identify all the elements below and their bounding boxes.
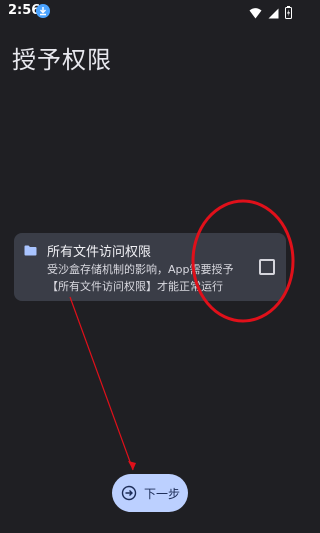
folder-icon: [24, 241, 37, 260]
permission-checkbox[interactable]: [259, 259, 275, 275]
battery-icon: [285, 4, 292, 23]
annotation-arrow-head: [128, 461, 136, 470]
signal-icon: [268, 4, 279, 23]
download-icon: [36, 4, 50, 18]
next-button-label: 下一步: [144, 487, 181, 501]
annotation-arrow-line: [69, 296, 134, 471]
page-title: 授予权限: [12, 46, 112, 74]
next-button[interactable]: 下一步: [112, 474, 188, 512]
permission-card-all-files-access[interactable]: 所有文件访问权限 受沙盒存储机制的影响，App需要授予【所有文件访问权限】才能正…: [14, 233, 286, 301]
permission-title: 所有文件访问权限: [47, 245, 152, 260]
arrow-right-circle-icon: [121, 485, 137, 505]
status-bar: 2:56: [0, 0, 300, 24]
permission-description: 受沙盒存储机制的影响，App需要授予【所有文件访问权限】才能正常运行: [47, 263, 234, 293]
wifi-icon: [249, 4, 262, 23]
system-icons: [249, 4, 292, 23]
